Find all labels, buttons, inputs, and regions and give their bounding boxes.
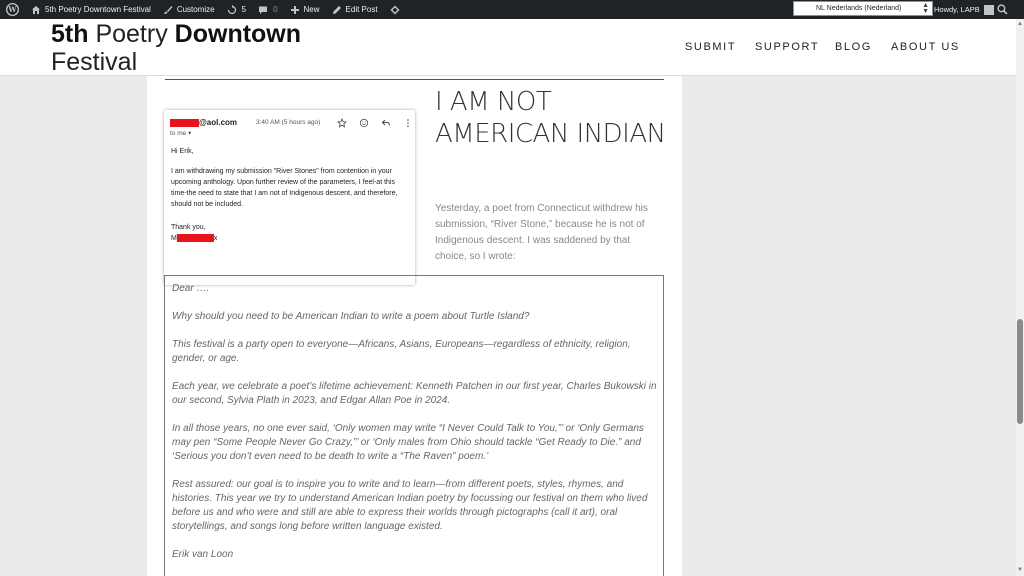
letter-signature: Erik van Loon <box>172 549 234 560</box>
new-content-link[interactable]: New <box>284 0 326 19</box>
wordpress-icon: W <box>6 3 19 16</box>
email-recipient-label: to me <box>170 130 187 137</box>
letter-paragraph-5: Rest assured: our goal is to inspire you… <box>172 479 648 532</box>
site-title[interactable]: 5th Poetry Downtown Festival <box>51 20 301 76</box>
language-select[interactable]: NL Nederlands (Nederland) ▲ ▼ <box>793 1 933 16</box>
chevron-down-icon: ▾ <box>188 130 192 137</box>
email-greeting: Hi Erik, <box>171 148 194 155</box>
diamond-menu[interactable] <box>384 0 410 19</box>
email-time: 3:40 AM (5 hours ago) <box>256 119 321 126</box>
new-label: New <box>303 5 320 14</box>
email-sender-domain: @aol.com <box>199 118 238 127</box>
updates-link[interactable]: 5 <box>221 0 252 19</box>
letter-paragraph-4: In all those years, no one ever said, ‘O… <box>172 423 644 462</box>
nav-submit[interactable]: SUBMIT <box>685 41 736 53</box>
customize-label: Customize <box>176 5 215 14</box>
article-intro: Yesterday, a poet from Connecticut withd… <box>435 203 648 262</box>
redaction-bar <box>170 118 199 127</box>
updates-count: 5 <box>241 5 247 14</box>
edit-post-link[interactable]: Edit Post <box>326 0 384 19</box>
site-header: 5th Poetry Downtown Festival SUBMIT SUPP… <box>0 19 1016 76</box>
letter-paragraph-3: Each year, we celebrate a poet’s lifetim… <box>172 381 657 406</box>
nav-blog[interactable]: BLOG <box>835 41 872 53</box>
more-icon <box>407 119 409 127</box>
nav-about-us[interactable]: ABOUT US <box>891 41 960 53</box>
scroll-up-icon[interactable]: ▲ <box>1017 21 1023 27</box>
scrollbar-thumb[interactable] <box>1017 319 1023 424</box>
wp-admin-bar: W 5th Poetry Downtown Festival Customize… <box>0 0 1024 19</box>
site-title-word-downtown: Downtown <box>174 20 302 48</box>
email-recipient: to me ▾ <box>170 129 191 137</box>
site-title-word-poetry: Poetry <box>95 20 168 48</box>
email-screenshot: @aol.com 3:40 AM (5 hours ago) to me ▾ H… <box>164 110 415 285</box>
language-select-value: NL Nederlands (Nederland) <box>816 5 902 12</box>
diamond-icon <box>390 5 400 14</box>
scroll-down-icon[interactable]: ▼ <box>1017 567 1023 573</box>
nav-support[interactable]: SUPPORT <box>755 41 819 53</box>
comments-link[interactable]: 0 <box>252 0 283 19</box>
email-body: I am withdrawing my submission "River St… <box>171 168 398 208</box>
email-sender: @aol.com <box>170 118 237 127</box>
updates-icon <box>227 4 236 14</box>
letter-box: Dear …. Why should you need to be Americ… <box>164 275 664 576</box>
plus-icon <box>290 5 299 14</box>
star-icon <box>337 118 347 128</box>
comment-icon <box>259 6 268 14</box>
account-menu[interactable]: Howdy, LAPB <box>934 0 994 19</box>
site-name-label: 5th Poetry Downtown Festival <box>45 5 151 14</box>
redaction-bar <box>176 234 214 243</box>
home-icon <box>32 5 40 14</box>
search-icon[interactable] <box>997 4 1008 15</box>
email-signature-end: x <box>213 235 218 242</box>
customize-link[interactable]: Customize <box>157 0 221 19</box>
svg-text:W: W <box>7 5 17 14</box>
comments-count: 0 <box>273 5 278 14</box>
site-name-link[interactable]: 5th Poetry Downtown Festival <box>25 0 157 19</box>
email-signature: Mx <box>171 233 411 244</box>
wordpress-logo-button[interactable]: W <box>0 0 25 19</box>
edit-post-label: Edit Post <box>345 5 378 14</box>
email-closing: Thank you, <box>171 224 206 231</box>
post-content: @aol.com 3:40 AM (5 hours ago) to me ▾ H… <box>147 76 682 576</box>
letter-paragraph-1: Why should you need to be American India… <box>172 311 530 322</box>
howdy-label: Howdy, LAPB <box>934 5 980 14</box>
reply-icon <box>381 119 390 126</box>
article-headline: I AM NOT AMERICAN INDIAN <box>435 87 666 149</box>
avatar <box>983 4 994 15</box>
site-title-line2: Festival <box>51 48 138 76</box>
letter-salutation: Dear …. <box>172 283 210 294</box>
letter-paragraph-2: This festival is a party open to everyon… <box>172 339 631 364</box>
divider <box>165 79 664 80</box>
pencil-icon <box>332 5 341 14</box>
select-arrows-icon: ▲ ▼ <box>922 2 929 15</box>
brush-icon <box>163 5 173 14</box>
page-scrollbar[interactable]: ▲ ▼ <box>1016 19 1024 576</box>
site-title-number: 5th <box>51 20 89 48</box>
emoji-icon <box>359 118 369 128</box>
